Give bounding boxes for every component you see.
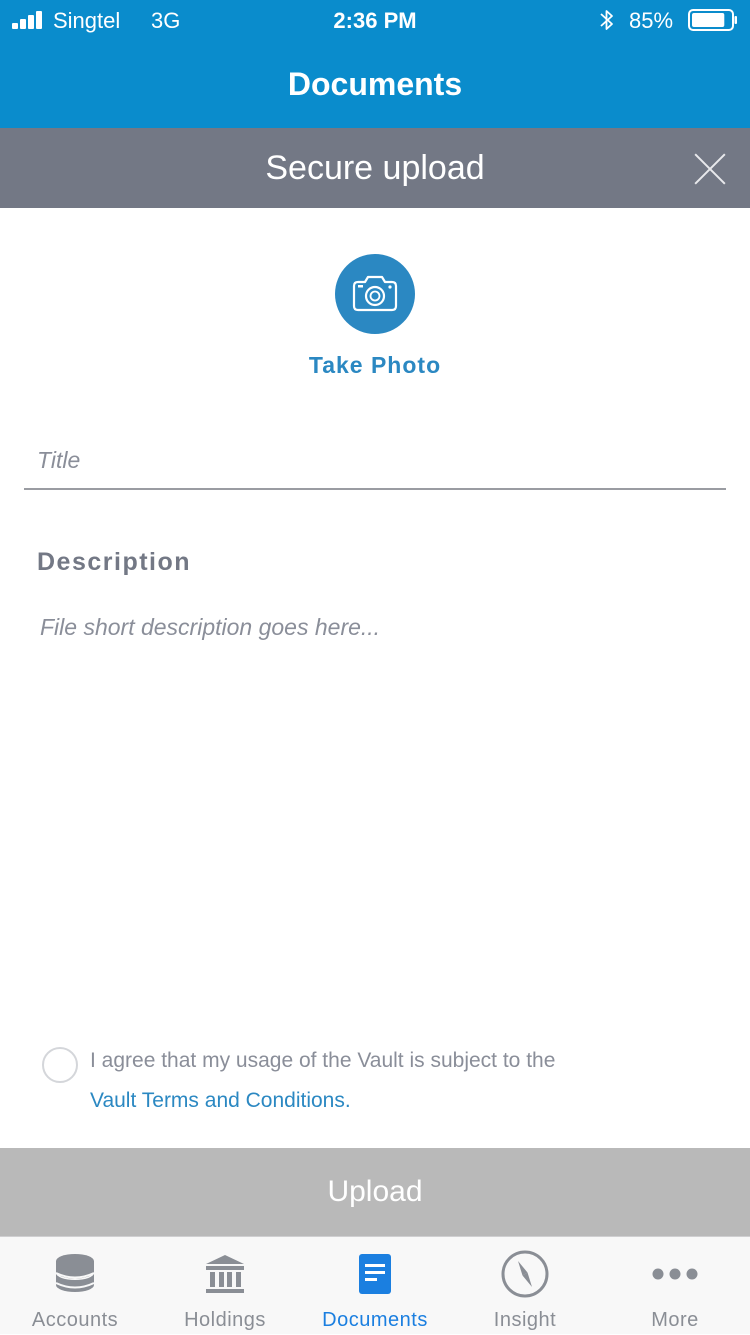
tab-label-accounts: Accounts — [31, 1309, 119, 1331]
more-dots-icon — [652, 1268, 698, 1280]
description-label: Description — [37, 548, 192, 576]
close-icon[interactable] — [689, 148, 731, 190]
tab-bar: Accounts Holdings Documents Insight More — [0, 1236, 750, 1334]
tab-label-insight: Insight — [493, 1309, 557, 1331]
upload-button[interactable]: Upload — [0, 1148, 750, 1236]
tab-label-more: More — [651, 1309, 699, 1331]
battery-percent: 85% — [629, 8, 674, 33]
take-photo-button[interactable] — [335, 254, 415, 334]
document-icon — [359, 1254, 391, 1294]
camera-icon — [352, 275, 398, 312]
tab-documents[interactable]: Documents — [300, 1237, 450, 1335]
description-input[interactable] — [26, 608, 726, 1008]
tab-label-documents: Documents — [322, 1309, 428, 1331]
tab-label-holdings: Holdings — [184, 1309, 266, 1331]
battery-icon — [688, 9, 737, 31]
agree-checkbox[interactable] — [42, 1047, 78, 1083]
terms-link[interactable]: Vault Terms and Conditions. — [90, 1089, 351, 1113]
tab-holdings[interactable]: Holdings — [150, 1237, 300, 1335]
status-bar: Singtel 3G 2:36 PM 85% — [0, 0, 750, 40]
bluetooth-icon — [600, 10, 613, 30]
tab-more[interactable]: More — [600, 1237, 750, 1335]
tab-accounts[interactable]: Accounts — [0, 1237, 150, 1335]
page-title: Documents — [287, 66, 463, 102]
title-input[interactable] — [24, 432, 726, 490]
secure-upload-header: Secure upload — [0, 128, 750, 208]
sheet-title: Secure upload — [265, 149, 485, 187]
take-photo-label[interactable]: Take Photo — [0, 352, 750, 379]
navigation-bar: Documents — [0, 40, 750, 128]
tab-insight[interactable]: Insight — [450, 1237, 600, 1335]
database-icon — [55, 1254, 95, 1292]
agreement-text: I agree that my usage of the Vault is su… — [90, 1049, 556, 1072]
compass-icon — [501, 1250, 549, 1298]
bank-icon — [206, 1255, 244, 1293]
